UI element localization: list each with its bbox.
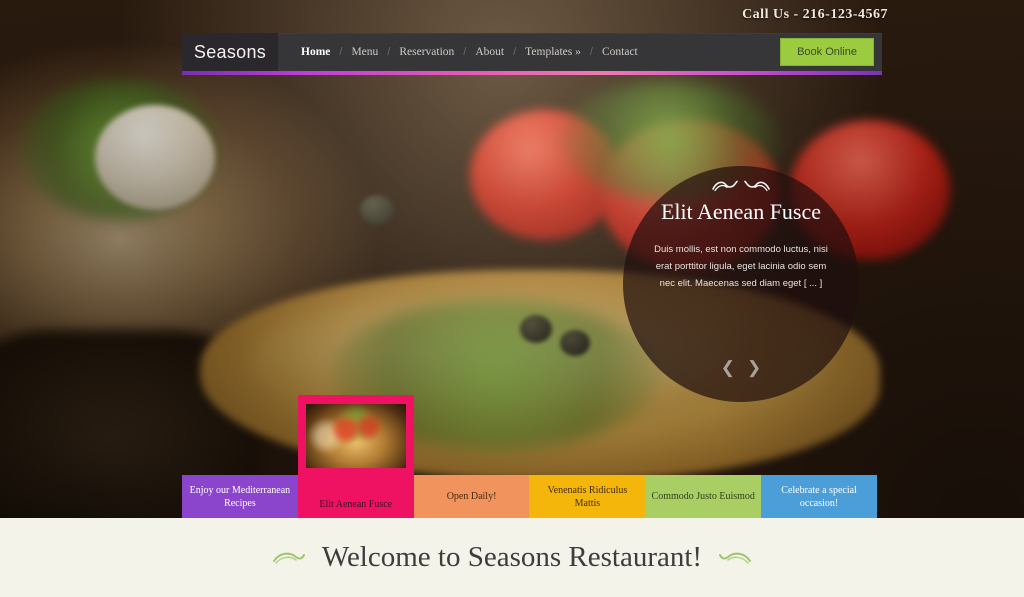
thumbnail-preview-image (305, 404, 406, 468)
decor-greens-left (20, 80, 220, 220)
thumbnail-item-1[interactable]: Enjoy our Mediterranean Recipes (182, 475, 298, 518)
thumbnail-label: Commodo Justo Euismod (651, 491, 755, 502)
thumbnail-label: Open Daily! (446, 491, 497, 502)
nav-item-about[interactable]: About (466, 46, 513, 58)
navigation-wrapper: Seasons Home / Menu / Reservation / Abou… (182, 33, 882, 75)
site-logo-text: Seasons (193, 41, 267, 62)
main-navbar: Seasons Home / Menu / Reservation / Abou… (182, 33, 882, 75)
thumbnail-item-4[interactable]: Venenatis Ridiculus Mattis (529, 475, 646, 518)
hero-background-photo (0, 0, 1024, 518)
welcome-title: Welcome to Seasons Restaurant! (321, 541, 703, 573)
decor-olive-3 (560, 330, 590, 356)
page-root: Call Us - 216-123-4567 Seasons Home / Me… (0, 0, 1024, 597)
slider-thumbnail-strip: Enjoy our Mediterranean Recipes Elit Aen… (182, 395, 877, 518)
thumbnail-label: Venenatis Ridiculus Mattis (547, 484, 628, 509)
decor-olive-2 (520, 315, 552, 343)
flourish-ornament-icon (712, 178, 770, 194)
welcome-section: Welcome to Seasons Restaurant! (0, 518, 1024, 597)
nav-links: Home / Menu / Reservation / About / Temp… (278, 33, 780, 71)
hero-banner (0, 0, 1024, 518)
decor-garlic (95, 105, 215, 210)
nav-item-home[interactable]: Home (292, 46, 339, 58)
decor-tomato-1 (470, 110, 620, 240)
site-logo[interactable]: Seasons (182, 33, 278, 71)
thumbnail-item-2-active[interactable]: Elit Aenean Fusce (297, 395, 414, 518)
thumbnail-item-5[interactable]: Commodo Justo Euismod (645, 475, 762, 518)
decor-olive-1 (360, 195, 394, 225)
nav-item-reservation[interactable]: Reservation (390, 46, 463, 58)
chevron-right-icon[interactable]: ❯ (747, 359, 761, 376)
thumbnail-label: Enjoy our Mediterranean Recipes (189, 484, 291, 509)
call-us-text: Call Us - 216-123-4567 (742, 7, 888, 22)
nav-item-contact[interactable]: Contact (593, 46, 647, 58)
leaf-ornament-icon (272, 550, 306, 566)
nav-item-templates[interactable]: Templates » (516, 46, 590, 58)
thumbnail-label: Elit Aenean Fusce (319, 499, 393, 510)
thumbnail-item-6[interactable]: Celebrate a special occasion! (761, 475, 877, 518)
slide-description: Duis mollis, est non commodo luctus, nis… (654, 243, 828, 289)
slider-caption-circle: Elit Aenean Fusce Duis mollis, est non c… (623, 166, 859, 402)
slider-arrows: ❮ ❯ (623, 359, 859, 376)
leaf-ornament-icon (718, 550, 752, 566)
slide-title: Elit Aenean Fusce (660, 199, 822, 224)
thumbnail-item-3[interactable]: Open Daily! (413, 475, 530, 518)
nav-item-menu[interactable]: Menu (342, 46, 387, 58)
thumbnail-label: Celebrate a special occasion! (781, 484, 857, 509)
chevron-left-icon[interactable]: ❮ (721, 359, 735, 376)
book-online-button[interactable]: Book Online (780, 38, 874, 66)
top-call-bar: Call Us - 216-123-4567 (0, 0, 1024, 30)
